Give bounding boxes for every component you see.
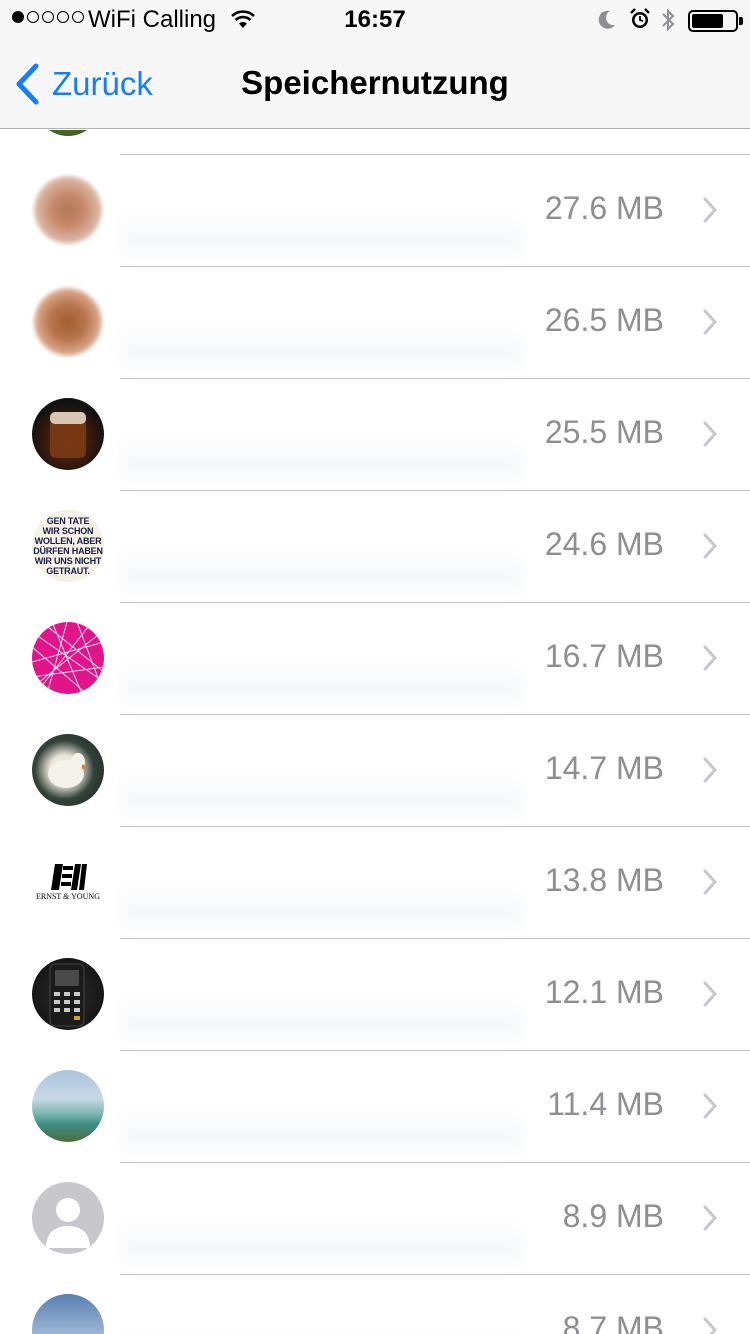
bluetooth-icon bbox=[660, 6, 676, 41]
chevron-right-icon bbox=[703, 197, 718, 223]
storage-size: 8.7 MB bbox=[562, 1310, 664, 1334]
storage-size: 11.4 MB bbox=[547, 1086, 664, 1122]
storage-size: 16.7 MB bbox=[544, 638, 664, 674]
blurred-name bbox=[122, 1218, 522, 1270]
default-person-icon bbox=[32, 1182, 104, 1254]
battery-icon bbox=[688, 10, 743, 32]
avatar bbox=[32, 174, 104, 246]
do-not-disturb-moon-icon bbox=[596, 8, 618, 37]
avatar bbox=[32, 1294, 104, 1334]
chevron-right-icon bbox=[703, 533, 718, 559]
row-separator bbox=[120, 938, 750, 939]
list-item[interactable]: 25.5 MB bbox=[0, 378, 750, 490]
blurred-name bbox=[122, 210, 522, 262]
list-item[interactable]: 11.4 MB bbox=[0, 1050, 750, 1162]
blurred-name bbox=[122, 1330, 522, 1334]
navigation-bar: Zurück Speichernutzung bbox=[0, 40, 750, 129]
blurred-name bbox=[122, 994, 522, 1046]
avatar: GEN TATE WIR SCHON WOLLEN, ABER DÜRFEN H… bbox=[32, 510, 104, 582]
page-title: Speichernutzung bbox=[241, 64, 509, 101]
list-item[interactable]: 12.1 MB bbox=[0, 938, 750, 1050]
avatar bbox=[32, 622, 104, 694]
storage-size: 26.5 MB bbox=[544, 302, 664, 338]
chevron-right-icon bbox=[703, 309, 718, 335]
list-item[interactable]: ERNST & YOUNG 13.8 MB bbox=[0, 826, 750, 938]
blurred-name bbox=[122, 546, 522, 598]
list-item[interactable]: 8.7 MB bbox=[0, 1274, 750, 1334]
blurred-name bbox=[122, 770, 522, 822]
chevron-right-icon bbox=[703, 645, 718, 671]
blurred-name bbox=[122, 1106, 522, 1158]
row-separator bbox=[120, 266, 750, 267]
row-separator bbox=[120, 602, 750, 603]
ernst-young-logo-mark bbox=[51, 864, 87, 890]
storage-size: 8.9 MB bbox=[562, 1198, 664, 1234]
avatar bbox=[32, 958, 104, 1030]
avatar-quote-text: GEN TATE WIR SCHON WOLLEN, ABER DÜRFEN H… bbox=[33, 516, 103, 576]
storage-size: 25.5 MB bbox=[544, 414, 664, 450]
storage-size: 13.8 MB bbox=[544, 862, 664, 898]
blurred-name bbox=[122, 322, 522, 374]
carrier-label: WiFi Calling bbox=[88, 6, 217, 33]
row-separator bbox=[120, 1050, 750, 1051]
storage-size: 24.6 MB bbox=[544, 526, 664, 562]
storage-size: 27.6 MB bbox=[544, 190, 664, 226]
row-separator bbox=[120, 1274, 750, 1275]
blurred-name bbox=[122, 434, 522, 486]
chevron-right-icon bbox=[703, 1205, 718, 1231]
avatar bbox=[35, 130, 101, 136]
storage-usage-list: 27.6 MB 26.5 MB 25.5 MB GEN TATE WIR SCH… bbox=[0, 130, 750, 1334]
list-item[interactable]: 16.7 MB bbox=[0, 602, 750, 714]
list-item[interactable]: 8.9 MB bbox=[0, 1162, 750, 1274]
chevron-right-icon bbox=[703, 1317, 718, 1334]
row-separator bbox=[120, 490, 750, 491]
list-item[interactable]: 14.7 MB bbox=[0, 714, 750, 826]
alarm-clock-icon bbox=[628, 7, 652, 38]
status-bar: WiFi Calling 16:57 bbox=[0, 0, 750, 40]
avatar: ERNST & YOUNG bbox=[32, 846, 104, 918]
chevron-right-icon bbox=[703, 421, 718, 447]
blurred-name bbox=[122, 658, 522, 710]
chevron-right-icon bbox=[703, 981, 718, 1007]
wifi-icon bbox=[230, 8, 256, 36]
avatar bbox=[32, 734, 104, 806]
row-separator bbox=[120, 1162, 750, 1163]
list-item[interactable]: GEN TATE WIR SCHON WOLLEN, ABER DÜRFEN H… bbox=[0, 490, 750, 602]
avatar bbox=[32, 1070, 104, 1142]
avatar bbox=[32, 286, 104, 358]
row-separator bbox=[120, 714, 750, 715]
chevron-right-icon bbox=[703, 1093, 718, 1119]
list-item[interactable]: 26.5 MB bbox=[0, 266, 750, 378]
storage-size: 12.1 MB bbox=[544, 974, 664, 1010]
signal-strength-icon bbox=[12, 11, 84, 23]
row-separator bbox=[120, 154, 750, 155]
row-separator bbox=[120, 378, 750, 379]
row-separator bbox=[120, 826, 750, 827]
blurred-name bbox=[122, 882, 522, 934]
storage-size: 14.7 MB bbox=[544, 750, 664, 786]
avatar-logo-text: ERNST & YOUNG bbox=[35, 892, 100, 901]
chevron-right-icon bbox=[703, 757, 718, 783]
list-item[interactable]: 27.6 MB bbox=[0, 154, 750, 266]
chevron-right-icon bbox=[703, 869, 718, 895]
avatar bbox=[32, 398, 104, 470]
